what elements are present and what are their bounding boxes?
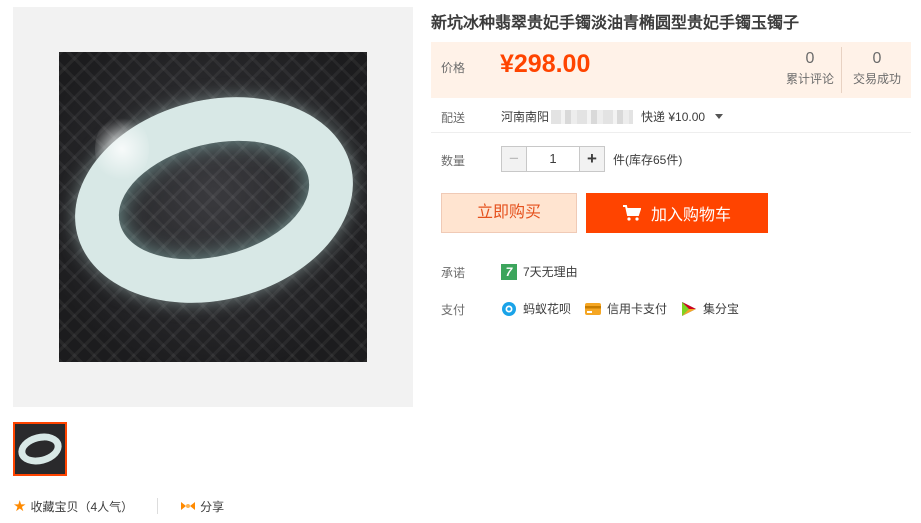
payment-methods: 蚂蚁花呗 信用卡支付 集分宝 xyxy=(501,300,753,317)
sales-count: 0 xyxy=(872,50,882,67)
credit-card-icon xyxy=(585,302,602,315)
ship-method[interactable]: 快递 ¥10.00 xyxy=(641,108,705,125)
add-to-cart-button[interactable]: 加入购物车 xyxy=(586,193,768,233)
increase-button[interactable]: + xyxy=(579,146,605,172)
jade-bangle-image xyxy=(59,68,367,332)
blurred-address xyxy=(551,109,634,124)
chevron-down-icon[interactable] xyxy=(715,114,724,119)
bangle-highlight xyxy=(95,114,149,184)
huabei-icon xyxy=(502,301,516,316)
share-icon[interactable] xyxy=(180,500,196,512)
add-to-cart-label: 加入购物车 xyxy=(650,207,731,224)
thumbnail-image xyxy=(15,424,65,474)
payment-label: 支付 xyxy=(441,303,466,317)
price-value: ¥298.00 xyxy=(500,50,591,78)
share-link[interactable]: 分享 xyxy=(200,498,224,515)
pay-credit-card[interactable]: 信用卡支付 xyxy=(585,300,667,317)
reviews-count: 0 xyxy=(805,50,815,67)
product-title: 新坑冰种翡翠贵妃手镯淡油青椭圆型贵妃手镯玉镯子 xyxy=(431,15,800,32)
pay-huabei[interactable]: 蚂蚁花呗 xyxy=(501,300,571,317)
social-bar: ★ 收藏宝贝（4人气） 分享 xyxy=(13,497,224,515)
decrease-button[interactable]: − xyxy=(501,146,527,172)
favorite-link[interactable]: 收藏宝贝（4人气） xyxy=(30,498,133,515)
thumbnail-1[interactable] xyxy=(13,422,67,476)
ship-from: 河南南阳 xyxy=(501,110,550,124)
stat-sales[interactable]: 0 交易成功 xyxy=(846,48,908,87)
stock-text: 件(库存65件) xyxy=(613,152,683,167)
shipping-label: 配送 xyxy=(441,111,466,125)
shipping-info: 河南南阳 快递 ¥10.00 xyxy=(501,108,724,125)
buy-now-button[interactable]: 立即购买 xyxy=(441,193,577,233)
pay-jifenbao[interactable]: 集分宝 xyxy=(681,300,739,317)
divider xyxy=(157,498,159,514)
main-product-image[interactable] xyxy=(13,7,413,407)
jifenbao-icon xyxy=(682,301,697,316)
pay-jifenbao-label: 集分宝 xyxy=(703,302,740,316)
reviews-label: 累计评论 xyxy=(785,72,834,86)
price-label: 价格 xyxy=(441,61,466,75)
star-icon[interactable]: ★ xyxy=(13,499,26,514)
seven-day-icon: 7 xyxy=(501,263,517,280)
price-panel: 价格 ¥298.00 0 累计评论 0 交易成功 xyxy=(431,42,911,98)
cart-icon xyxy=(622,205,641,221)
promise-text[interactable]: 7天无理由 xyxy=(523,263,578,280)
quantity-label: 数量 xyxy=(441,154,466,168)
quantity-input[interactable]: 1 xyxy=(527,146,579,172)
promise-info: 7 7天无理由 xyxy=(501,263,578,280)
promise-label: 承诺 xyxy=(441,266,466,280)
sales-label: 交易成功 xyxy=(852,72,901,86)
stat-divider xyxy=(841,47,842,93)
quantity-stepper: − 1 + 件(库存65件) xyxy=(501,146,682,172)
divider-line xyxy=(431,132,911,133)
product-photo xyxy=(59,52,367,362)
pay-credit-card-label: 信用卡支付 xyxy=(607,302,668,316)
pay-huabei-label: 蚂蚁花呗 xyxy=(523,302,572,316)
stat-reviews[interactable]: 0 累计评论 xyxy=(779,48,841,87)
thumbnail-bangle xyxy=(15,429,65,469)
